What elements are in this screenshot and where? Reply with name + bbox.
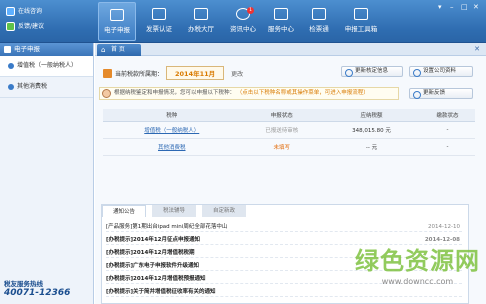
close-tab-icon[interactable]: ✕ [474, 45, 480, 53]
notice-title: [办税提示]2014年12月征点申报通知 [106, 237, 200, 243]
sidebar-item-vat[interactable]: 增值税（一般纳税人） [0, 56, 93, 77]
feedback-label: 反馈/建议 [18, 23, 45, 30]
watermark: 绿色资源网 www.downcc.com [355, 241, 480, 286]
nav-label: 资讯中心 [230, 25, 256, 33]
column-header: 应纳税额 [323, 109, 420, 122]
report-icon [110, 9, 124, 21]
change-period-link[interactable]: 更改 [231, 69, 243, 78]
report-status: 未填写 [240, 138, 324, 156]
report-status: 已报送待审核 [240, 121, 324, 139]
nav-service-center[interactable]: 服务中心 [262, 2, 300, 41]
news-badge: 1 [247, 7, 254, 14]
hotline-title: 税友服务热线 [4, 280, 43, 288]
notice-title: [产品服务]第1期出台ipad mini周纪全部花落中山 [106, 224, 228, 230]
status-panel: 在线咨询 反馈/建议 [6, 7, 44, 37]
advisor-avatar-icon [102, 89, 111, 98]
tax-amount: -- 元 [323, 138, 420, 156]
sidebar-item-consumption-tax[interactable]: 其他消费税 [0, 77, 93, 98]
chat-icon [6, 7, 15, 16]
online-consult-link[interactable]: 在线咨询 [6, 7, 44, 16]
sidebar: 电子申报 增值税（一般纳税人） 其他消费税 税友服务热线 40071-12366 [0, 43, 94, 304]
invoice-icon [152, 8, 166, 20]
notice-hint: （点击以下税种名称或其操作菜单，可进入申报流程） [236, 90, 369, 96]
close-icon[interactable]: ✕ [473, 3, 479, 11]
tab-announcements[interactable]: 通知公告 [102, 205, 146, 217]
nav-label: 电子申报 [104, 26, 130, 34]
service-icon [274, 8, 288, 20]
payment-status: - [419, 138, 475, 156]
tax-name-link[interactable]: 其他消费税 [158, 145, 186, 151]
table-row: 其他消费税 未填写 -- 元 - [103, 138, 475, 156]
tax-icon [8, 84, 14, 90]
nav-tax-hall[interactable]: 办税大厅 [182, 2, 220, 41]
tab-home[interactable]: 首 页 [97, 44, 141, 56]
nav-label: 服务中心 [268, 25, 294, 33]
period-label: 当前税款所属期： [115, 70, 164, 78]
table-row: 增值税（一般纳税人） 已报送待审核 348,015.80 元 - [103, 121, 475, 139]
list-item[interactable]: [办税提示]关于简并增值税征收率有关的通知 [106, 287, 462, 297]
sidebar-item-label: 增值税（一般纳税人） [17, 62, 78, 69]
column-header: 缴款状态 [419, 109, 475, 122]
refresh-feedback-button[interactable]: 更新反馈 [409, 88, 473, 99]
hall-icon [194, 8, 208, 20]
notice-title: [办税提示]广东电子申报软件升级通知 [106, 263, 200, 269]
watermark-url: www.downcc.com [381, 277, 454, 286]
nav-e-report[interactable]: 电子申报 [98, 2, 136, 41]
notice-bar: 根据纳税鉴定和申报情况，您可以申报以下税种： （点击以下税种名称或其操作菜单，可… [99, 87, 399, 100]
toolbox-icon [354, 8, 368, 20]
sidebar-header: 电子申报 [0, 43, 93, 56]
nav-ticket[interactable]: 检票通 [300, 2, 338, 41]
tab-bar: 首 页 ✕ [95, 43, 486, 56]
tax-name-link[interactable]: 增值税（一般纳税人） [144, 128, 199, 134]
tab-tax-guidance[interactable]: 税法辅导 [152, 205, 196, 217]
hotline: 税友服务热线 40071-12366 [4, 278, 70, 298]
notice-tabs: 通知公告 税法辅导 自定新政 [102, 205, 252, 218]
skin-icon[interactable]: ▾ [438, 3, 442, 11]
top-toolbar: 在线咨询 反馈/建议 电子申报 发票认证 办税大厅 1 资讯中心 服务中心 检票… [0, 0, 486, 43]
update-verify-button[interactable]: 更新核定信息 [341, 66, 403, 77]
column-header: 税种 [103, 109, 241, 122]
hotline-number: 40071-12366 [4, 288, 71, 298]
tax-icon [8, 63, 14, 69]
list-item[interactable]: [产品服务]第1期出台ipad mini周纪全部花落中山 2014-12-10 [106, 222, 462, 232]
payment-status: - [419, 121, 475, 139]
maximize-icon[interactable]: □ [461, 3, 468, 11]
nav-invoice-verify[interactable]: 发票认证 [140, 2, 178, 41]
nav-label: 申报工具箱 [344, 25, 378, 33]
notice-text: 根据纳税鉴定和申报情况，您可以申报以下税种： [114, 90, 236, 96]
nav-label: 检票通 [309, 25, 329, 33]
sidebar-item-label: 其他消费税 [17, 83, 48, 90]
calendar-icon [103, 68, 112, 78]
ticket-icon [312, 8, 326, 20]
nav-toolbox[interactable]: 申报工具箱 [338, 2, 384, 41]
nav-label: 发票认证 [146, 25, 172, 33]
minimize-icon[interactable]: – [450, 3, 454, 11]
tab-custom-policy[interactable]: 自定新政 [202, 205, 246, 217]
online-consult-label: 在线咨询 [18, 8, 43, 15]
notice-date: 2014-12-10 [428, 224, 460, 230]
period-value: 2014年11月 [166, 66, 225, 80]
tax-amount: 348,015.80 元 [323, 121, 420, 139]
watermark-title: 绿色资源网 [355, 247, 480, 275]
nav-label: 办税大厅 [188, 25, 214, 33]
tax-table: 税种 申报状态 应纳税额 缴款状态 增值税（一般纳税人） 已报送待审核 348,… [103, 109, 475, 156]
feedback-icon [6, 22, 15, 31]
tax-period-row: 当前税款所属期： 2014年11月 更改 [103, 66, 243, 80]
notice-title: [办税提示]2014年12月增值税税期 [106, 250, 195, 256]
notice-title: [办税提示]关于简并增值税征收率有关的通知 [106, 289, 216, 295]
column-header: 申报状态 [240, 109, 324, 122]
company-settings-button[interactable]: 设置公司资料 [409, 66, 473, 77]
nav-news-center[interactable]: 1 资讯中心 [224, 2, 262, 41]
feedback-link[interactable]: 反馈/建议 [6, 22, 44, 31]
table-header-row: 税种 申报状态 应纳税额 缴款状态 [103, 109, 475, 122]
notice-title: [办税提示]2014年12月增值税预报通知 [106, 276, 206, 282]
